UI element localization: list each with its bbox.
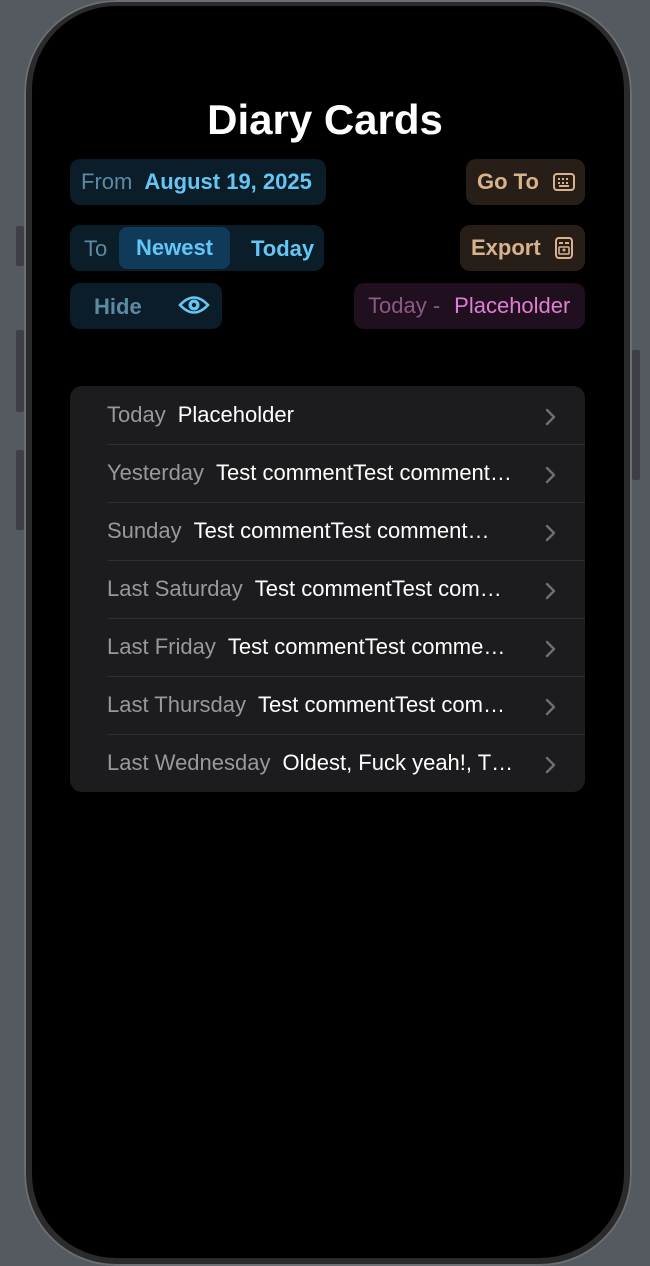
hide-toggle-button[interactable]: Hide [70, 283, 222, 329]
entry-day: Last Wednesday [107, 750, 271, 775]
chevron-right-icon [545, 638, 557, 664]
from-date-value: August 19, 2025 [144, 169, 312, 194]
diary-entries-list: Today Placeholder Yesterday Test comment… [70, 386, 585, 792]
entry-day: Last Thursday [107, 692, 247, 717]
entry-text: Oldest, Fuck yeah!, T… [282, 750, 514, 775]
entry-text: Placeholder [177, 402, 294, 427]
list-item[interactable]: Last Friday Test commentTest comme… [70, 618, 585, 676]
entry-text: Test commentTest com… [254, 576, 502, 601]
entry-text: Test commentTest comment… [216, 460, 512, 485]
side-button-volume-down [16, 450, 24, 530]
today-label: Today - [368, 293, 441, 318]
today-summary-button[interactable]: Today - Placeholder [354, 283, 585, 329]
side-button-mute [16, 226, 24, 266]
entry-text: Test commentTest com… [258, 692, 505, 717]
from-label: From [81, 169, 133, 194]
from-date-button[interactable]: From August 19, 2025 [70, 159, 326, 205]
chevron-right-icon [545, 696, 557, 722]
hide-label: Hide [94, 294, 142, 319]
list-item[interactable]: Yesterday Test commentTest comment… [70, 444, 585, 502]
entry-text: Test commentTest commentTe… [193, 518, 499, 543]
side-button-power [632, 350, 640, 480]
to-option-today[interactable]: Today [251, 236, 314, 262]
to-label: To [84, 236, 108, 261]
chevron-right-icon [545, 522, 557, 548]
list-item[interactable]: Today Placeholder [70, 386, 585, 444]
chevron-right-icon [545, 754, 557, 780]
page-title: Diary Cards [207, 96, 443, 143]
side-button-volume-up [16, 330, 24, 412]
chevron-right-icon [545, 580, 557, 606]
entry-day: Last Saturday [107, 576, 243, 601]
export-label: Export [471, 235, 541, 260]
entry-day: Today [107, 402, 166, 427]
today-value: Placeholder [454, 293, 571, 318]
chevron-right-icon [545, 406, 557, 432]
entry-text: Test commentTest comme… [227, 634, 506, 659]
list-item[interactable]: Sunday Test commentTest commentTe… [70, 502, 585, 560]
export-button[interactable]: Export [460, 225, 585, 271]
list-item[interactable]: Last Thursday Test commentTest com… [70, 676, 585, 734]
id-card-icon [554, 237, 573, 259]
entry-day: Last Friday [107, 634, 216, 659]
entry-day: Sunday [107, 518, 182, 543]
to-segmented-control: To Newest Today [70, 225, 324, 271]
list-item[interactable]: Last Wednesday Oldest, Fuck yeah!, T… [70, 734, 585, 792]
keyboard-icon [552, 173, 575, 191]
entry-day: Yesterday [107, 460, 205, 485]
list-item[interactable]: Last Saturday Test commentTest com… [70, 560, 585, 618]
to-option-newest[interactable]: Newest [119, 227, 230, 269]
goto-button[interactable]: Go To [466, 159, 585, 205]
chevron-right-icon [545, 464, 557, 490]
eye-icon [178, 292, 210, 324]
goto-label: Go To [477, 169, 539, 194]
